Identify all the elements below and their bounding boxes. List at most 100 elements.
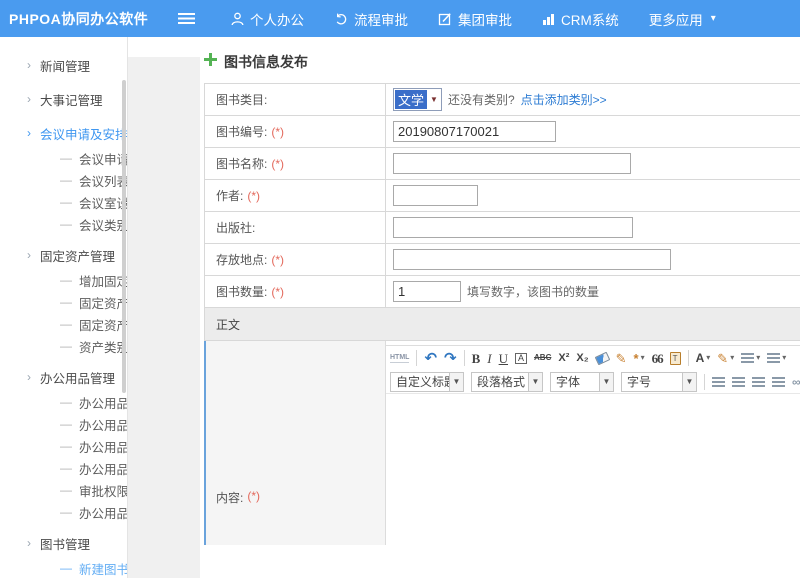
caret-down-icon: ▾ bbox=[706, 354, 710, 362]
sidebar-item-supplies-inventory[interactable]: —办公用品库存管理 bbox=[0, 457, 127, 479]
bar-chart-icon bbox=[542, 12, 555, 25]
align-left-button[interactable] bbox=[712, 377, 725, 387]
nav-process-approval[interactable]: 流程审批 bbox=[334, 9, 408, 29]
editor-content-area[interactable] bbox=[386, 393, 800, 545]
location-input[interactable] bbox=[393, 249, 671, 270]
list-icon bbox=[741, 353, 754, 363]
caret-down-icon: ▾ bbox=[756, 354, 760, 362]
subscript-button[interactable]: X₂ bbox=[576, 353, 588, 364]
sidebar-item-fixed-asset-mgmt[interactable]: ›固定资产管理 bbox=[0, 241, 127, 269]
rich-text-editor: HTML ↶ ↷ B I U A ABC X² X₂ ✎ bbox=[386, 341, 800, 545]
nav-personal-office[interactable]: 个人办公 bbox=[231, 9, 304, 29]
sidebar-item-supplies-manage[interactable]: —办公用品管理 bbox=[0, 413, 127, 435]
font-border-button[interactable]: A bbox=[515, 353, 527, 364]
align-justify-button[interactable] bbox=[772, 377, 785, 387]
sidebar-item-supplies-claim[interactable]: —办公用品领用 bbox=[0, 391, 127, 413]
redo-button[interactable]: ↷ bbox=[444, 351, 457, 366]
sidebar-item-asset-category[interactable]: —资产类别 bbox=[0, 335, 127, 357]
sidebar-item-meeting-category-setup[interactable]: —会议类别设置 bbox=[0, 213, 127, 235]
category-hint: 还没有类别? bbox=[448, 91, 515, 108]
italic-button[interactable]: I bbox=[487, 352, 491, 365]
author-label: 作者: bbox=[216, 187, 243, 204]
author-input[interactable] bbox=[393, 185, 478, 206]
form-row-content: 内容:(*) HTML ↶ ↷ B I U A ABC X² bbox=[205, 341, 800, 545]
sidebar-item-meeting-request[interactable]: ›会议申请及安排 bbox=[0, 119, 127, 147]
sidebar-item-fixed-asset-manage[interactable]: —固定资产管理 bbox=[0, 291, 127, 313]
bold-button[interactable]: B bbox=[472, 352, 481, 365]
nav-crm-system[interactable]: CRM系统 bbox=[542, 9, 619, 29]
group-approve-icon bbox=[438, 12, 452, 26]
top-bar: PHPOA协同办公软件 个人办公 流程审批 集团审批 CRM系统 更多应用 ▾ bbox=[0, 0, 800, 37]
sidebar-item-office-supplies-mgmt[interactable]: ›办公用品管理 bbox=[0, 363, 127, 391]
form-row-publisher: 出版社: bbox=[205, 212, 800, 244]
caret-down-icon: ▼ bbox=[528, 373, 542, 391]
paste-text-button[interactable]: T bbox=[670, 352, 681, 365]
form-row-author: 作者: (*) bbox=[205, 180, 800, 212]
blockquote-button[interactable]: 66 bbox=[652, 352, 663, 365]
paragraph-format-select[interactable]: 段落格式▼ bbox=[471, 372, 543, 392]
sidebar-item-news-mgmt[interactable]: ›新闻管理 bbox=[0, 51, 127, 79]
eraser-button[interactable] bbox=[594, 351, 610, 365]
required-mark: (*) bbox=[271, 253, 284, 267]
nav-group-approval[interactable]: 集团审批 bbox=[438, 9, 512, 29]
sidebar-item-new-book[interactable]: —新建图书 bbox=[0, 557, 127, 578]
sidebar-item-meeting-list-approve[interactable]: —会议列表及审批 bbox=[0, 169, 127, 191]
user-icon bbox=[231, 12, 244, 26]
form-row-book-name: 图书名称:(*) bbox=[205, 148, 800, 180]
strikethrough-button[interactable]: ABC bbox=[534, 354, 551, 362]
category-selected-value: 文学 bbox=[395, 90, 427, 109]
undo-button[interactable]: ↶ bbox=[424, 351, 437, 366]
ordered-list-button[interactable]: ▾ bbox=[741, 353, 760, 363]
sidebar-item-supplies-category-setup[interactable]: —办公用品分类设置 bbox=[0, 501, 127, 523]
required-mark: (*) bbox=[271, 125, 284, 139]
align-right-button[interactable] bbox=[752, 377, 765, 387]
underline-button[interactable]: U bbox=[499, 352, 508, 365]
sidebar-scrollbar[interactable] bbox=[122, 80, 126, 393]
main-panel: 图书信息发布 图书类目: 文学 ▼ 还没有类别? 点击添加类别>> 图书编号:(… bbox=[200, 37, 800, 578]
superscript-button[interactable]: X² bbox=[558, 353, 569, 364]
sidebar-item-book-mgmt[interactable]: ›图书管理 bbox=[0, 529, 127, 557]
toolbar-separator bbox=[416, 350, 417, 366]
caret-down-icon: ▾ bbox=[730, 354, 734, 362]
toolbar-separator bbox=[688, 350, 689, 366]
caret-down-icon: ▾ bbox=[782, 354, 786, 362]
html-source-button[interactable]: HTML bbox=[390, 354, 409, 363]
add-category-link[interactable]: 点击添加类别>> bbox=[521, 91, 607, 108]
caret-down-icon: ▼ bbox=[449, 373, 463, 391]
sidebar-item-meeting-apply[interactable]: —会议申请 bbox=[0, 147, 127, 169]
sidebar-item-add-fixed-asset[interactable]: —增加固定资产 bbox=[0, 269, 127, 291]
auto-typeset-button[interactable]: *▾ bbox=[634, 352, 645, 365]
publisher-input[interactable] bbox=[393, 217, 633, 238]
menu-toggle-icon[interactable] bbox=[178, 13, 195, 24]
sidebar-item-supplies-purchase[interactable]: —办公用品采购 bbox=[0, 435, 127, 457]
toolbar-separator bbox=[464, 350, 465, 366]
sidebar-item-fixed-asset-depreciation[interactable]: —固定资产折旧 bbox=[0, 313, 127, 335]
align-center-button[interactable] bbox=[732, 377, 745, 387]
caret-down-icon: ▾ bbox=[641, 354, 645, 362]
sidebar-item-approval-permission[interactable]: —审批权限设置 bbox=[0, 479, 127, 501]
sidebar-item-memorabilia-mgmt[interactable]: ›大事记管理 bbox=[0, 85, 127, 113]
font-size-select[interactable]: 字号▼ bbox=[621, 372, 697, 392]
toolbar-separator bbox=[704, 374, 705, 390]
book-no-input[interactable] bbox=[393, 121, 556, 142]
nav-more-apps[interactable]: 更多应用 ▾ bbox=[649, 9, 716, 29]
format-brush-button[interactable]: ✎ bbox=[616, 352, 627, 365]
top-nav: 个人办公 流程审批 集团审批 CRM系统 更多应用 ▾ bbox=[231, 9, 716, 29]
category-select[interactable]: 文学 ▼ bbox=[393, 88, 442, 111]
insert-link-button[interactable]: ∞ bbox=[792, 376, 800, 388]
book-name-input[interactable] bbox=[393, 153, 631, 174]
editor-toolbar-row1: HTML ↶ ↷ B I U A ABC X² X₂ ✎ bbox=[386, 346, 800, 370]
sidebar-item-meeting-room-setup[interactable]: —会议室设置 bbox=[0, 191, 127, 213]
form-row-category: 图书类目: 文学 ▼ 还没有类别? 点击添加类别>> bbox=[205, 84, 800, 116]
font-family-select[interactable]: 字体▼ bbox=[550, 372, 614, 392]
custom-heading-select[interactable]: 自定义标题▼ bbox=[390, 372, 464, 392]
unordered-list-button[interactable]: ▾ bbox=[767, 353, 786, 363]
publisher-label: 出版社: bbox=[216, 219, 255, 236]
font-color-button[interactable]: A▾ bbox=[696, 352, 711, 364]
required-mark: (*) bbox=[247, 189, 260, 203]
quantity-input[interactable] bbox=[393, 281, 461, 302]
content-row-accent-border bbox=[204, 341, 206, 545]
highlight-pen-button[interactable]: ✎▾ bbox=[717, 352, 734, 365]
caret-down-icon: ▼ bbox=[599, 373, 613, 391]
required-mark: (*) bbox=[271, 285, 284, 299]
